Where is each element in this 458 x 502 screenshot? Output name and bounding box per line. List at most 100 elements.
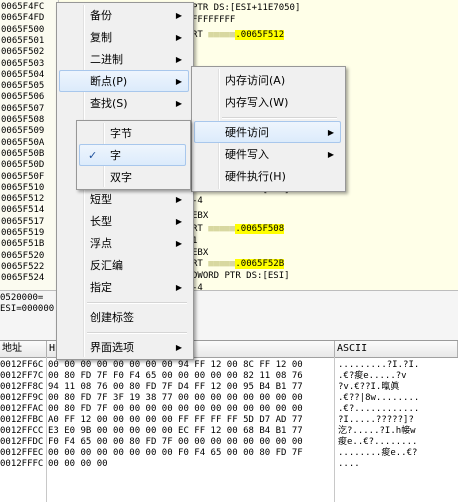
menu-item-long[interactable]: 长型 ▶ [59,210,189,232]
disasm-address[interactable]: 0065F50D [1,160,44,171]
submenu-arrow-icon: ▶ [175,217,182,226]
dump-address: 0012FFAC [0,404,44,414]
disasm-address[interactable]: 0065F512 [1,194,44,205]
dump-row[interactable]: 0012FFDC F0 F4 65 00 00 80 FD 7F 00 00 00… [0,437,458,448]
dump-row[interactable]: 0012FF8C 94 11 08 76 00 80 FD 7F D4 FF 12… [0,382,458,393]
disasm-code-fragment: DWORD PTR DS:[ESI] [192,271,290,282]
menu-item-search[interactable]: 查找(S) ▶ [59,92,189,114]
menu-item-hardware-execute[interactable]: 硬件执行(H) [194,165,341,187]
menu-item-disassemble[interactable]: 反汇编 [59,254,189,276]
dump-hex: 00 00 00 00 00 00 00 00 F0 F4 65 00 00 8… [48,448,303,458]
submenu-arrow-icon: ▶ [175,239,182,248]
menu-item-label: 长型 [90,215,112,228]
disasm-address[interactable]: 0065F50B [1,149,44,160]
menu-item-label: 复制 [90,31,112,44]
menu-item-label: 短型 [90,193,112,206]
menu-item-word[interactable]: ✓ 字 [79,144,186,166]
dump-address: 0012FF9C [0,393,44,403]
info-line: 0520000= [0,293,44,303]
dump-row[interactable]: 0012FFFC 00 00 00 00.... [0,459,458,470]
menu-item-label: 二进制 [90,53,123,66]
dump-address: 0012FFFC [0,459,44,469]
menu-item-label: 浮点 [90,237,112,250]
disasm-address[interactable]: 0065F50A [1,138,44,149]
dump-address: 0012FF8C [0,382,44,392]
menu-item-backup[interactable]: 备份 ▶ [59,4,189,26]
disasm-address[interactable]: 0065F503 [1,59,44,70]
disasm-address[interactable]: 0065F500 [1,25,44,36]
menu-item-label: 界面选项 [90,341,134,354]
dump-row[interactable]: 0012FF6C 00 00 00 00 00 00 00 00 94 FF 12… [0,360,458,371]
menu-item-hardware-access[interactable]: 硬件访问 ▶ [194,121,341,143]
menu-item-dword[interactable]: 双字 [79,166,186,188]
submenu-arrow-icon: ▶ [175,11,182,20]
disasm-address[interactable]: 0065F514 [1,205,44,216]
menu-item-label: 硬件写入 [225,148,269,161]
disasm-address[interactable]: 0065F510 [1,183,44,194]
dump-address: 0012FFDC [0,437,44,447]
dump-hex: A0 FF 12 00 00 00 00 00 FF FF FF FF 5D D… [48,415,303,425]
disasm-address[interactable]: 0065F50F [1,172,44,183]
menu-item-ui-options[interactable]: 界面选项 ▶ [59,336,189,358]
menu-item-short[interactable]: 短型 ▶ [59,188,189,210]
disasm-address[interactable]: 0065F505 [1,81,44,92]
disasm-address[interactable]: 0065F4FC [1,2,44,13]
info-line: ESI=000000 [0,304,55,314]
disasm-address[interactable]: 0065F508 [1,115,44,126]
submenu-arrow-icon: ▶ [327,150,334,159]
menu-item-memory-access[interactable]: 内存访问(A) [194,69,341,91]
disasm-address[interactable]: 0065F4FD [1,13,44,24]
menu-item-label: 硬件执行(H) [225,170,286,183]
disasm-code-text: RT [192,259,209,269]
disasm-address[interactable]: 0065F51B [1,239,44,250]
dump-row[interactable]: 0012FFAC 00 80 FD 7F 00 00 00 00 00 00 00… [0,404,458,415]
menu-item-float[interactable]: 浮点 ▶ [59,232,189,254]
memory-dump-pane[interactable]: 地址 HEX ASCII 0012FF6C00 00 00 00 00 00 0… [0,340,458,502]
menu-item-byte[interactable]: 字节 [79,122,186,144]
disasm-address[interactable]: 0065F501 [1,36,44,47]
disasm-address[interactable]: 0065F524 [1,273,44,284]
menu-item-hardware-write[interactable]: 硬件写入 ▶ [194,143,341,165]
dump-hex: E3 E0 9B 00 00 00 00 00 EC FF 12 00 68 B… [48,426,303,436]
menu-item-specify[interactable]: 指定 ▶ [59,276,189,298]
column-header-address[interactable]: 地址 [0,341,47,357]
dump-row[interactable]: 0012FFBC A0 FF 12 00 00 00 00 00 FF FF FF… [0,415,458,426]
dump-hex: 00 00 00 00 [48,459,108,469]
menu-item-copy[interactable]: 复制 ▶ [59,26,189,48]
disasm-address[interactable]: 0065F522 [1,262,44,273]
submenu-arrow-icon: ▶ [175,195,182,204]
disasm-address[interactable]: 0065F502 [1,47,44,58]
submenu-arrow-icon: ▶ [175,99,182,108]
disasm-code-fragment: FFFFFFFF [192,15,235,26]
dump-row[interactable]: 0012FF7C 00 80 FD 7F F0 F4 65 00 00 00 00… [0,371,458,382]
dump-row[interactable]: 0012FFEC 00 00 00 00 00 00 00 00 F0 F4 65… [0,448,458,459]
dump-row[interactable]: 0012FFCC E3 E0 9B 00 00 00 00 00 EC FF 12… [0,426,458,437]
submenu-arrow-icon: ▶ [175,55,182,64]
disasm-address[interactable]: 0065F519 [1,228,44,239]
menu-item-binary[interactable]: 二进制 ▶ [59,48,189,70]
disasm-address[interactable]: 0065F506 [1,92,44,103]
disasm-code-fragment: RT ■■■■■.0065F508 [192,224,285,235]
disasm-address[interactable]: 0065F520 [1,251,44,262]
disasm-code-fragment: RT ■■■■■.0065F52B [192,259,285,270]
dump-hex: 00 00 00 00 00 00 00 00 94 FF 12 00 8C F… [48,360,303,370]
disasm-address[interactable]: 0065F507 [1,104,44,115]
menu-item-label: 创建标签 [90,311,134,324]
dump-hex: 00 80 FD 7F F0 F4 65 00 00 00 00 00 82 1… [48,371,303,381]
menu-item-create-label[interactable]: 创建标签 [59,306,189,328]
menu-item-memory-write[interactable]: 内存写入(W) [194,91,341,113]
dump-ascii: ........痠e..€? [338,448,418,458]
dump-ascii: .........?I.?I. [338,360,420,370]
menu-item-breakpoint[interactable]: 断点(P) ▶ [59,70,189,92]
disasm-address[interactable]: 0065F517 [1,217,44,228]
disasm-address[interactable]: 0065F509 [1,126,44,137]
menu-item-label: 断点(P) [90,75,128,88]
menu-item-label: 字节 [110,127,132,140]
dump-ascii: 汔?.....?I.h帹w [338,426,416,436]
column-header-ascii[interactable]: ASCII [335,341,458,357]
dump-row[interactable]: 0012FF9C 00 80 FD 7F 3F 19 38 77 00 00 00… [0,393,458,404]
disasm-address[interactable]: 0065F504 [1,70,44,81]
dump-ascii: .€?............ [338,404,420,414]
highlighted-address: .0065F512 [235,30,285,40]
disasm-code-fragment: EBX [192,211,208,222]
